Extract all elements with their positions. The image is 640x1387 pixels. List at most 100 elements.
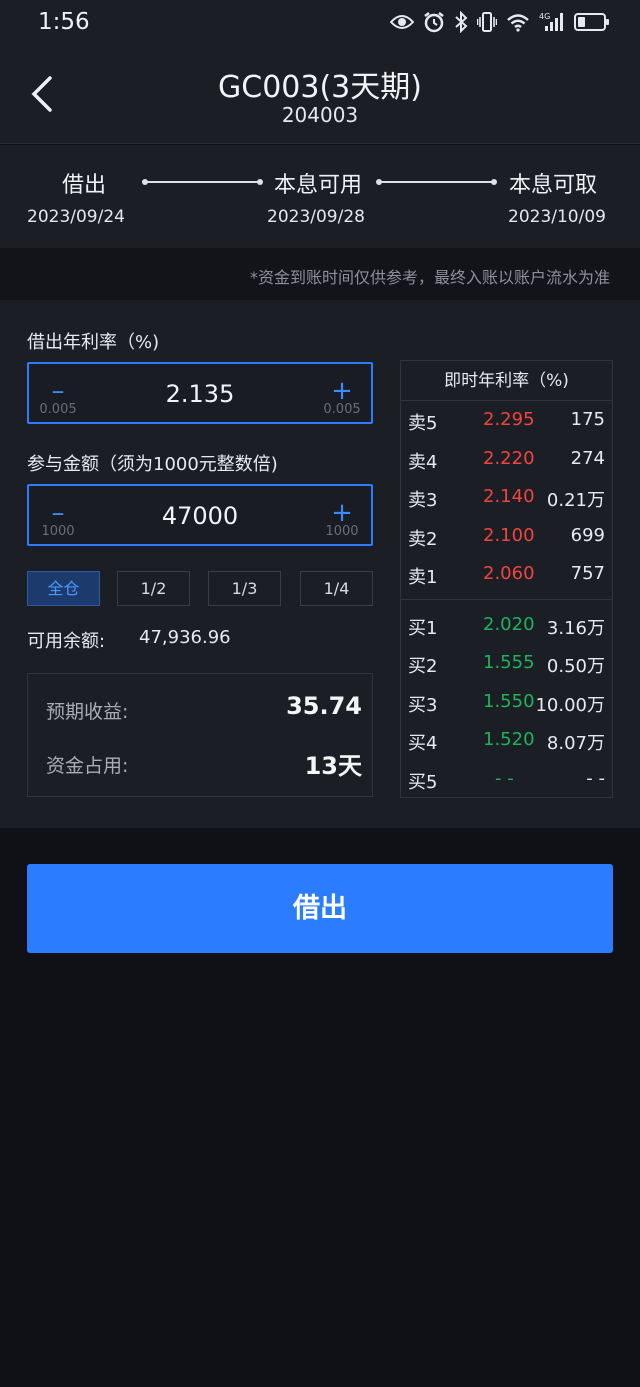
order-rate: 2.020: [483, 614, 535, 635]
rate-increase-button[interactable]: + 0.005: [313, 364, 371, 422]
available-balance-value: 47,936.96: [139, 627, 231, 648]
amount-stepper: – 1000 47000 + 1000: [27, 484, 373, 546]
order-side: 卖1: [408, 567, 438, 588]
order-book-row-buy[interactable]: 买3 1.550 10.00万: [401, 688, 612, 718]
order-side: 买2: [408, 656, 438, 677]
expected-income-label: 预期收益:: [46, 701, 129, 723]
available-balance-label: 可用余额:: [27, 631, 106, 652]
order-book-row-sell[interactable]: 卖1 2.060 757: [401, 560, 612, 590]
rate-stepper: – 0.005 2.135 + 0.005: [27, 362, 373, 424]
wifi-icon: [507, 14, 529, 32]
amount-input[interactable]: 47000: [99, 502, 301, 530]
order-rate: 2.100: [483, 525, 535, 546]
order-book-row-buy[interactable]: 买5 - - - -: [401, 765, 612, 795]
order-side: 卖4: [408, 452, 438, 473]
minus-icon: –: [51, 498, 65, 528]
battery-icon: [574, 13, 609, 31]
timeline-step-lend-label: 借出: [62, 173, 107, 198]
order-side: 买4: [408, 733, 438, 754]
order-volume: 699: [570, 525, 605, 546]
timeline-dot: [257, 179, 263, 185]
status-bar: 1:56 4G: [0, 0, 640, 48]
order-rate: - -: [495, 768, 514, 789]
timeline-step-withdraw-label: 本息可取: [509, 173, 598, 198]
order-rate: 2.220: [483, 448, 535, 469]
rate-decrease-button[interactable]: – 0.005: [29, 364, 87, 422]
eye-icon: [390, 15, 414, 29]
timeline-step-lend-date: 2023/09/24: [27, 207, 125, 227]
order-rate: 2.060: [483, 563, 535, 584]
order-rate: 2.140: [483, 486, 535, 507]
timeline-connector-2: [380, 181, 494, 183]
security-code: 204003: [281, 103, 359, 127]
order-volume: 0.21万: [546, 490, 605, 511]
order-side: 卖2: [408, 529, 438, 550]
order-book-row-sell[interactable]: 卖2 2.100 699: [401, 522, 612, 552]
amount-increase-step: 1000: [325, 524, 359, 539]
minus-icon: –: [51, 376, 65, 406]
amount-decrease-step: 1000: [41, 524, 75, 539]
notice-bar: *资金到账时间仅供参考，最终入账以账户流水为准: [0, 248, 640, 300]
amount-decrease-button[interactable]: – 1000: [29, 486, 87, 544]
status-icons: 4G: [390, 11, 610, 33]
page-title: GC003(3天期): [218, 70, 422, 105]
expected-income-value: 35.74: [286, 692, 362, 720]
header: GC003(3天期) 204003: [0, 48, 640, 144]
order-side: 卖5: [408, 413, 438, 434]
ratio-button-half[interactable]: 1/2: [117, 571, 190, 606]
order-book-divider: [401, 599, 612, 600]
amount-increase-button[interactable]: + 1000: [313, 486, 371, 544]
order-book-row-buy[interactable]: 买1 2.020 3.16万: [401, 611, 612, 641]
ratio-button-full[interactable]: 全仓: [27, 571, 100, 606]
vibrate-icon: [477, 12, 497, 32]
status-time: 1:56: [38, 9, 90, 35]
rate-decrease-step: 0.005: [39, 402, 77, 417]
rate-label: 借出年利率（%): [27, 332, 160, 353]
rate-input[interactable]: 2.135: [99, 380, 301, 408]
rate-increase-step: 0.005: [323, 402, 361, 417]
ratio-button-quarter[interactable]: 1/4: [300, 571, 373, 606]
plus-icon: +: [331, 376, 353, 406]
order-volume: - -: [586, 768, 605, 789]
timeline-dot: [376, 179, 382, 185]
timeline-step-usable-date: 2023/09/28: [267, 207, 365, 227]
order-rate: 1.550: [483, 691, 535, 712]
ratio-button-third[interactable]: 1/3: [208, 571, 281, 606]
order-book: 即时年利率（%) 卖5 2.295 175 卖4 2.220 274 卖3 2.…: [400, 360, 613, 798]
order-volume: 0.50万: [546, 656, 605, 677]
order-book-row-sell[interactable]: 卖5 2.295 175: [401, 406, 612, 436]
order-side: 卖3: [408, 490, 438, 511]
order-book-title: 即时年利率（%): [401, 361, 612, 401]
amount-label: 参与金额（须为1000元整数倍): [27, 454, 278, 475]
order-volume: 175: [570, 409, 605, 430]
order-volume: 8.07万: [546, 733, 605, 754]
order-book-row-sell[interactable]: 卖4 2.220 274: [401, 445, 612, 475]
order-volume: 10.00万: [535, 695, 605, 716]
order-book-row-buy[interactable]: 买2 1.555 0.50万: [401, 649, 612, 679]
timeline-dot: [142, 179, 148, 185]
order-book-row-buy[interactable]: 买4 1.520 8.07万: [401, 726, 612, 756]
timeline-dot: [491, 179, 497, 185]
svg-text:4G: 4G: [539, 12, 550, 21]
timeline-step-usable-label: 本息可用: [274, 173, 363, 198]
timeline-step-withdraw-date: 2023/10/09: [508, 207, 606, 227]
order-rate: 1.555: [483, 652, 535, 673]
order-side: 买3: [408, 695, 438, 716]
occupy-days-value: 13天: [304, 752, 362, 780]
order-volume: 757: [570, 563, 605, 584]
timeline-connector-1: [146, 181, 260, 183]
alarm-icon: [424, 12, 444, 33]
order-rate: 1.520: [483, 729, 535, 750]
order-side: 买5: [408, 772, 438, 793]
signal-4g-icon: 4G: [539, 12, 563, 31]
settlement-timeline: 借出 2023/09/24 本息可用 2023/09/28 本息可取 2023/…: [0, 145, 640, 248]
plus-icon: +: [331, 498, 353, 528]
order-volume: 3.16万: [546, 618, 605, 639]
order-volume: 274: [570, 448, 605, 469]
lend-submit-button[interactable]: 借出: [27, 864, 613, 953]
order-rate: 2.295: [483, 409, 535, 430]
occupy-days-label: 资金占用:: [46, 755, 129, 777]
bluetooth-icon: [455, 11, 468, 33]
result-summary: 预期收益: 35.74 资金占用: 13天: [27, 673, 373, 797]
order-book-row-sell[interactable]: 卖3 2.140 0.21万: [401, 483, 612, 513]
